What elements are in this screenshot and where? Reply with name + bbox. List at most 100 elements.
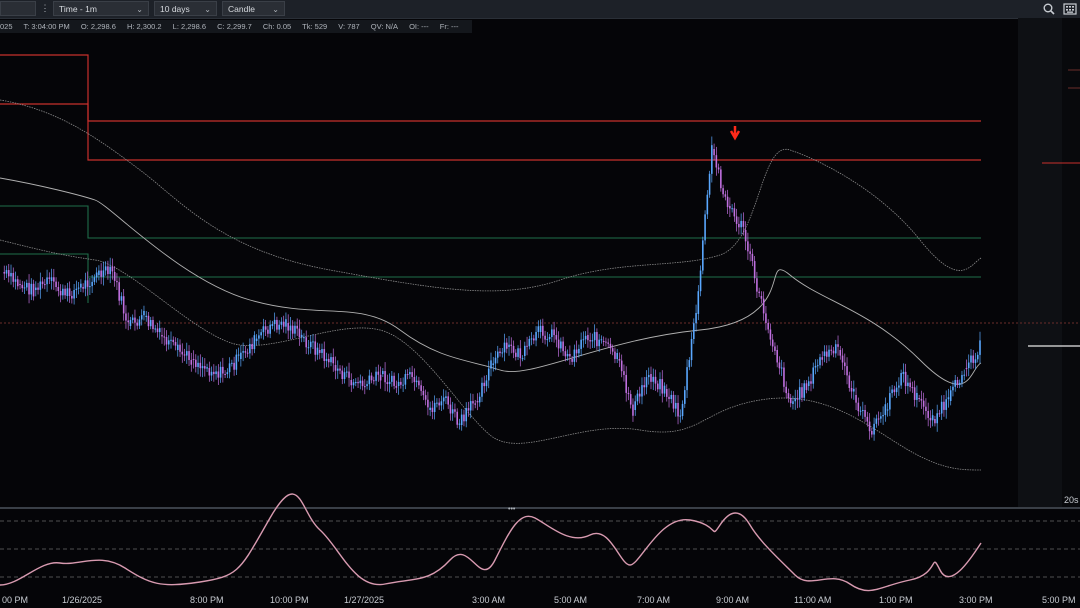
candle-body bbox=[496, 351, 499, 358]
candle-body bbox=[920, 398, 923, 401]
time-axis-label: 8:00 PM bbox=[190, 595, 224, 605]
candle-body bbox=[197, 362, 199, 367]
candle-body bbox=[956, 380, 959, 385]
candle-body bbox=[805, 383, 808, 391]
candle-body bbox=[708, 173, 711, 195]
candle-body bbox=[810, 381, 812, 384]
candle-body bbox=[113, 272, 116, 281]
candle-body bbox=[5, 270, 8, 274]
candle-body bbox=[578, 348, 580, 354]
divider-handle-icon[interactable]: ••• bbox=[508, 506, 516, 513]
candle-body bbox=[904, 371, 907, 387]
candle-body bbox=[925, 406, 927, 412]
candle-body bbox=[868, 421, 871, 432]
candle-body bbox=[242, 351, 244, 353]
candle-body bbox=[64, 288, 66, 296]
time-axis-label: 1/26/2025 bbox=[62, 595, 102, 605]
candle-body bbox=[686, 367, 688, 391]
candle-body bbox=[312, 341, 314, 343]
candle-body bbox=[602, 341, 605, 342]
candle-body bbox=[280, 321, 283, 325]
candle-body bbox=[517, 348, 519, 357]
candle-body bbox=[393, 375, 395, 386]
candle-body bbox=[843, 362, 846, 367]
candle-body bbox=[116, 280, 118, 283]
candle-body bbox=[10, 272, 12, 277]
candle-body bbox=[661, 379, 664, 394]
candle-body bbox=[936, 413, 938, 424]
candle-body bbox=[857, 402, 860, 412]
candle-body bbox=[485, 380, 488, 387]
candle-body bbox=[596, 332, 598, 347]
price-chart[interactable]: ••• 20s 00 PM 1/26/2025 8:00 PM 10:00 PM 1/2… bbox=[0, 0, 1080, 608]
candle-body bbox=[122, 296, 125, 314]
candle-body bbox=[927, 411, 929, 418]
candle-body bbox=[273, 319, 276, 325]
time-axis-label: 1/27/2025 bbox=[344, 595, 384, 605]
candle-body bbox=[742, 220, 745, 227]
candle-body bbox=[706, 194, 709, 215]
candle-body bbox=[954, 380, 957, 387]
candle-body bbox=[379, 374, 382, 381]
candle-body bbox=[282, 321, 285, 327]
candle-body bbox=[84, 280, 87, 289]
candle-body bbox=[699, 270, 702, 292]
candle-body bbox=[510, 344, 513, 346]
candle-body bbox=[35, 287, 37, 290]
candle-body bbox=[487, 368, 490, 381]
candle-body bbox=[158, 328, 161, 333]
candle-body bbox=[48, 277, 51, 279]
sell-signal-arrow-icon bbox=[729, 126, 741, 141]
candle-body bbox=[332, 357, 335, 364]
candle-body bbox=[911, 387, 914, 389]
candle-body bbox=[607, 342, 609, 344]
candle-body bbox=[222, 366, 224, 374]
candle-body bbox=[86, 280, 89, 287]
time-axis-label: 5:00 PM bbox=[1042, 595, 1076, 605]
candle-body bbox=[749, 251, 751, 254]
price-axis-panel bbox=[1018, 18, 1062, 508]
candle-body bbox=[255, 338, 258, 341]
candle-body bbox=[539, 325, 542, 332]
candle-body bbox=[219, 366, 222, 378]
candle-body bbox=[262, 326, 265, 333]
candle-body bbox=[352, 382, 355, 386]
candle-body bbox=[492, 363, 495, 365]
candle-body bbox=[832, 350, 835, 354]
candle-body bbox=[287, 323, 289, 331]
candle-body bbox=[271, 324, 274, 326]
candle-body bbox=[499, 351, 501, 354]
candle-body bbox=[341, 370, 344, 380]
candle-body bbox=[769, 329, 772, 340]
candle-body bbox=[566, 354, 569, 357]
candle-body bbox=[895, 387, 898, 393]
candle-body bbox=[16, 279, 19, 287]
candle-body bbox=[156, 328, 159, 333]
candle-body bbox=[521, 358, 524, 360]
candle-body bbox=[125, 313, 127, 321]
candle-body bbox=[789, 397, 792, 404]
candle-body bbox=[733, 208, 736, 217]
candle-body bbox=[289, 325, 292, 331]
candle-body bbox=[620, 360, 623, 372]
candle-body bbox=[82, 287, 84, 289]
candle-body bbox=[537, 326, 540, 332]
candle-body bbox=[314, 341, 317, 355]
candle-body bbox=[553, 329, 555, 336]
candle-body bbox=[647, 375, 650, 378]
candle-body bbox=[364, 386, 366, 388]
candle-body bbox=[632, 404, 634, 416]
candle-body bbox=[634, 401, 637, 410]
candle-body bbox=[77, 287, 80, 289]
candle-body bbox=[440, 401, 443, 406]
candle-body bbox=[821, 357, 824, 360]
candle-body bbox=[73, 289, 75, 299]
candle-body bbox=[181, 351, 184, 355]
candle-body bbox=[645, 377, 648, 388]
candle-body bbox=[715, 155, 718, 168]
candle-body bbox=[787, 393, 790, 398]
candle-body bbox=[145, 315, 148, 317]
candle-body bbox=[354, 382, 357, 384]
candle-body bbox=[305, 337, 308, 348]
candle-body bbox=[656, 383, 659, 390]
